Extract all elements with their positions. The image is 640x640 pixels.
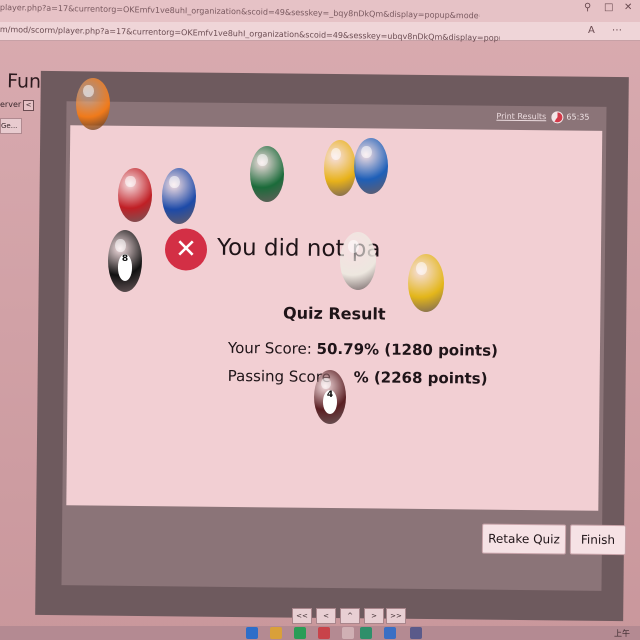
fail-icon: ✕	[164, 228, 208, 271]
toc-toggle-button[interactable]: <	[23, 100, 34, 111]
passing-score-value: % (2268 points)	[353, 368, 488, 388]
edge-icon[interactable]	[360, 627, 372, 639]
close-icon[interactable]: ✕	[624, 2, 632, 13]
your-score-value: 50.79% (1280 points)	[316, 339, 499, 360]
ball-number: 8	[117, 253, 133, 281]
timer-icon	[551, 111, 564, 124]
ball-red	[118, 168, 152, 222]
your-score-label: Your Score:	[227, 338, 312, 358]
address-url[interactable]: m/mod/scorm/player.php?a=17&currentorg=O…	[0, 25, 500, 43]
zoom-icon[interactable]: ⚲	[584, 2, 591, 13]
ball-four: 4	[314, 370, 346, 424]
quiz-header: Print Results 65:35	[66, 101, 606, 129]
quiz-timer: 65:35	[566, 112, 590, 122]
prev-page-button[interactable]: <	[316, 608, 336, 624]
ball-eight: 8	[108, 230, 142, 292]
toc-label: erver	[0, 100, 22, 109]
address-bar[interactable]: m/mod/scorm/player.php?a=17&currentorg=O…	[0, 22, 640, 43]
finish-button[interactable]: Finish	[569, 524, 627, 556]
page-navigation: << < ^ > >>	[292, 608, 406, 624]
maximize-icon[interactable]: □	[604, 2, 613, 13]
folder-icon[interactable]	[270, 627, 282, 639]
clock: 上午	[614, 629, 630, 638]
ball-blue-2	[354, 138, 388, 194]
first-page-button[interactable]: <<	[292, 608, 312, 624]
screen: player.php?a=17&currentorg=OKEmfv1ve8uhI…	[0, 0, 640, 640]
app-icon[interactable]	[342, 627, 354, 639]
app-icon[interactable]	[384, 627, 396, 639]
app-icon[interactable]	[410, 627, 422, 639]
toc-select[interactable]: Ge...	[0, 118, 22, 134]
retake-quiz-button[interactable]: Retake Quiz	[481, 523, 567, 555]
up-page-button[interactable]: ^	[340, 608, 360, 624]
browser-titlebar: player.php?a=17&currentorg=OKEmfv1ve8uhI…	[0, 0, 640, 23]
ball-number: 4	[322, 389, 338, 414]
app-icon[interactable]	[294, 627, 306, 639]
ball-green	[250, 146, 284, 202]
start-icon[interactable]	[246, 627, 258, 639]
taskbar: 上午	[0, 626, 640, 640]
ball-blue	[162, 168, 196, 224]
last-page-button[interactable]: >>	[386, 608, 406, 624]
print-results-link[interactable]: Print Results	[496, 112, 546, 122]
read-aloud-icon[interactable]: A	[588, 25, 595, 36]
ball-orange	[76, 78, 110, 130]
ball-yellow-2	[408, 254, 444, 312]
settings-icon[interactable]: ⋯	[612, 25, 622, 36]
ball-cue	[340, 232, 376, 290]
app-icon[interactable]	[318, 627, 330, 639]
toc-panel: erver < Ge...	[0, 96, 44, 141]
next-page-button[interactable]: >	[364, 608, 384, 624]
your-score: Your Score: 50.79% (1280 points)	[228, 339, 568, 361]
ball-yellow	[324, 140, 356, 196]
result-title: Quiz Result	[282, 303, 386, 324]
passing-score: Passing Score % (2268 points)	[228, 367, 568, 389]
